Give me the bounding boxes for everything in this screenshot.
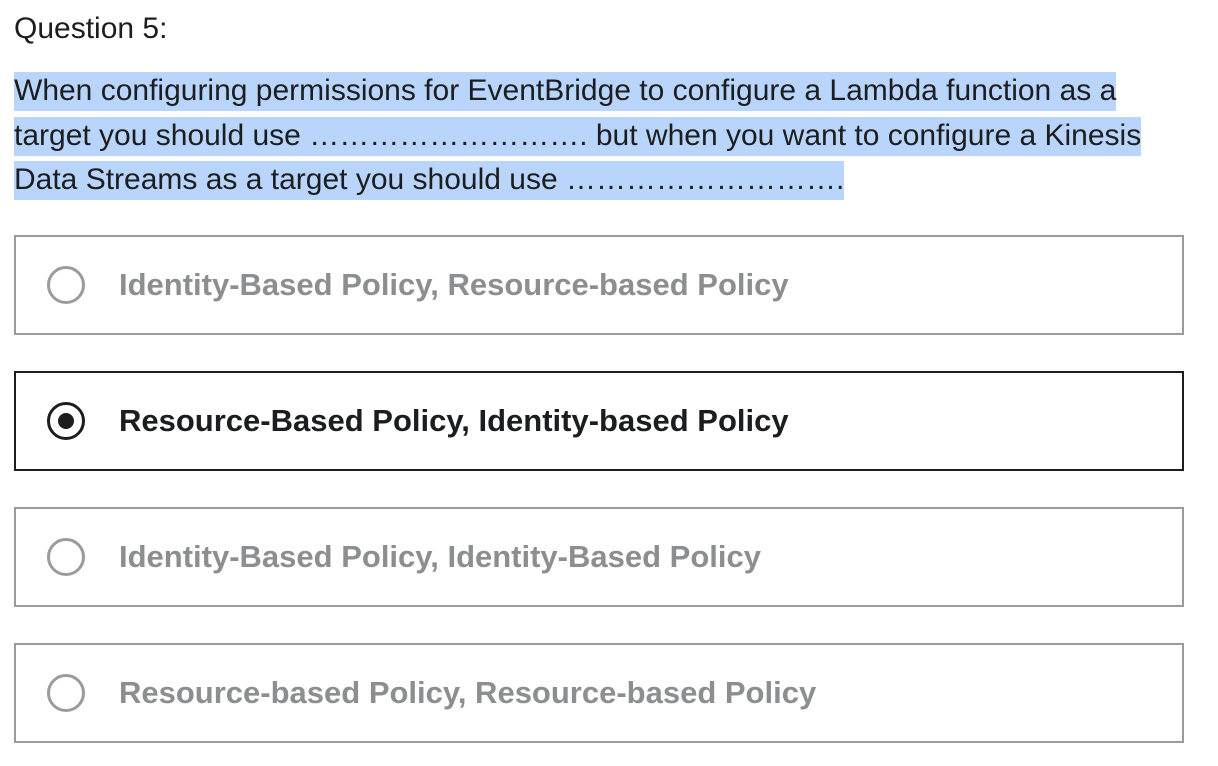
- answer-option-label: Identity-Based Policy, Identity-Based Po…: [119, 539, 761, 574]
- question-prompt-text: When configuring permissions for EventBr…: [14, 72, 1142, 200]
- radio-unchecked-icon[interactable]: [47, 266, 85, 304]
- radio-unchecked-icon[interactable]: [47, 674, 85, 712]
- question-prompt: When configuring permissions for EventBr…: [14, 69, 1179, 203]
- radio-unchecked-icon[interactable]: [47, 538, 85, 576]
- answer-option-label: Resource-based Policy, Resource-based Po…: [119, 675, 817, 710]
- answer-option-3[interactable]: Identity-Based Policy, Identity-Based Po…: [14, 507, 1184, 607]
- answer-option-1[interactable]: Identity-Based Policy, Resource-based Po…: [14, 235, 1184, 335]
- answer-option-label: Resource-Based Policy, Identity-based Po…: [119, 403, 789, 438]
- question-number: Question 5:: [14, 12, 168, 45]
- answer-option-4[interactable]: Resource-based Policy, Resource-based Po…: [14, 643, 1184, 743]
- radio-checked-icon[interactable]: [47, 402, 85, 440]
- answer-option-label: Identity-Based Policy, Resource-based Po…: [119, 267, 789, 302]
- answer-option-2[interactable]: Resource-Based Policy, Identity-based Po…: [14, 371, 1184, 471]
- radio-dot-icon: [58, 413, 74, 429]
